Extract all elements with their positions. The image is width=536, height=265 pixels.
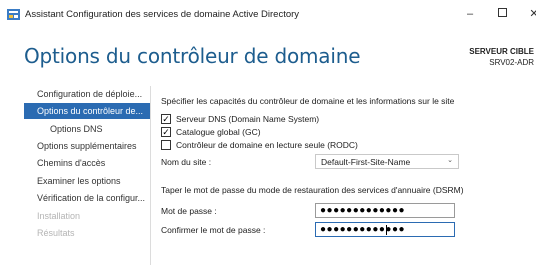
confirm-password-field[interactable]: ●●●●●●●●●●●●●	[315, 222, 455, 237]
server-manager-icon	[7, 9, 20, 20]
maximize-icon	[497, 8, 507, 17]
confirm-password-value: ●●●●●●●●●●●●●	[320, 224, 406, 235]
dns-server-checkbox[interactable]: ✓	[161, 114, 171, 124]
close-button[interactable]: ✕	[526, 6, 536, 22]
nav-item-prerequisites-check[interactable]: Vérification de la configur...	[24, 190, 150, 206]
page-title: Options du contrôleur de domaine	[24, 44, 361, 68]
site-name-label: Nom du site :	[161, 157, 212, 167]
password-value: ●●●●●●●●●●●●●	[320, 205, 406, 216]
maximize-button[interactable]	[494, 6, 510, 22]
dsrm-heading: Taper le mot de passe du mode de restaur…	[161, 185, 464, 195]
site-name-value: Default-First-Site-Name	[321, 157, 411, 167]
minimize-button[interactable]: –	[462, 6, 478, 22]
nav-item-review-options[interactable]: Examiner les options	[24, 173, 150, 189]
nav-item-deployment-configuration[interactable]: Configuration de déploie...	[24, 86, 150, 102]
dns-server-label: Serveur DNS (Domain Name System)	[176, 114, 320, 124]
text-caret	[386, 225, 387, 235]
rodc-checkbox[interactable]	[161, 140, 171, 150]
rodc-label: Contrôleur de domaine en lecture seule (…	[176, 140, 358, 150]
nav-item-paths[interactable]: Chemins d'accès	[24, 155, 150, 171]
nav-item-installation: Installation	[37, 211, 81, 221]
global-catalog-label: Catalogue global (GC)	[176, 127, 261, 137]
global-catalog-checkbox[interactable]: ✓	[161, 127, 171, 137]
target-server-value: SRV02-ADR	[489, 58, 534, 67]
nav-item-dns-options[interactable]: Options DNS	[24, 121, 150, 137]
confirm-password-label: Confirmer le mot de passe :	[161, 225, 266, 235]
chevron-down-icon: ⌄	[447, 157, 453, 164]
nav-item-dc-options[interactable]: Options du contrôleur de...	[24, 103, 150, 119]
capabilities-heading: Spécifier les capacités du contrôleur de…	[161, 96, 455, 106]
title-bar: Assistant Configuration des services de …	[0, 0, 536, 30]
nav-divider	[150, 86, 151, 265]
password-label: Mot de passe :	[161, 206, 217, 216]
password-field[interactable]: ●●●●●●●●●●●●●	[315, 203, 455, 218]
nav-item-results: Résultats	[37, 228, 75, 238]
target-server-label: SERVEUR CIBLE	[469, 47, 534, 56]
site-name-select[interactable]: Default-First-Site-Name ⌄	[315, 154, 459, 169]
window-title: Assistant Configuration des services de …	[25, 9, 300, 20]
nav-item-additional-options[interactable]: Options supplémentaires	[24, 138, 150, 154]
